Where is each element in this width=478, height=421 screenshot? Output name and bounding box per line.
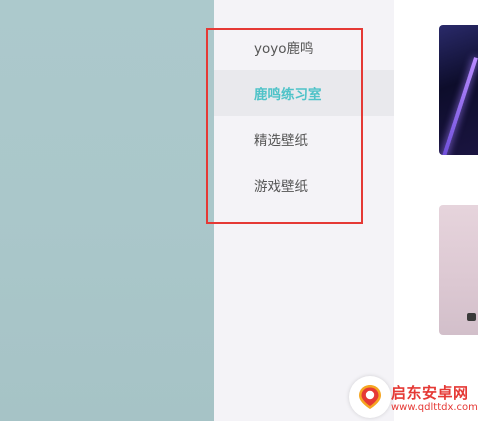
sidebar-item-featured-wallpapers[interactable]: 精选壁纸 xyxy=(214,116,394,162)
sidebar-item-label: yoyo鹿鸣 xyxy=(254,41,314,57)
background-panel xyxy=(0,0,214,421)
sidebar-item-game-wallpapers[interactable]: 游戏壁纸 xyxy=(214,162,394,208)
sidebar-item-yoyo-luming[interactable]: yoyo鹿鸣 xyxy=(214,24,394,70)
sidebar-item-label: 鹿鸣练习室 xyxy=(254,87,322,103)
wallpaper-thumbnail[interactable] xyxy=(439,25,478,155)
watermark-title: 启东安卓网 xyxy=(391,384,469,402)
sidebar-item-label: 游戏壁纸 xyxy=(254,179,308,195)
watermark-url: www.qdlttdx.com xyxy=(391,402,478,413)
site-watermark: 启东安卓网 www.qdlttdx.com xyxy=(339,372,478,421)
location-pin-logo-icon xyxy=(359,385,381,409)
light-streak-graphic xyxy=(440,57,478,155)
sidebar-item-label: 精选壁纸 xyxy=(254,133,308,149)
screen: yoyo鹿鸣 鹿鸣练习室 精选壁纸 游戏壁纸 启东安卓网 www.qdlttdx… xyxy=(0,0,478,421)
wallpaper-thumbnail[interactable] xyxy=(439,205,478,335)
sidebar-item-luming-practice-room[interactable]: 鹿鸣练习室 xyxy=(214,70,394,116)
figure-graphic xyxy=(467,313,476,321)
category-sidebar: yoyo鹿鸣 鹿鸣练习室 精选壁纸 游戏壁纸 xyxy=(214,0,394,421)
